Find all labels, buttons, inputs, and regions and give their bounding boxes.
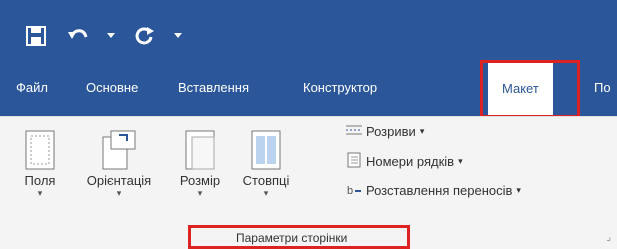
orientation-button[interactable]: Орієнтація ▾	[84, 127, 154, 198]
dropdown-arrow-icon[interactable]	[106, 22, 116, 50]
ribbon-panel: Поля ▾ Орієнтація ▾ Розмір ▾ Стовпці ▾ Р…	[0, 116, 617, 249]
undo-icon[interactable]	[64, 22, 92, 50]
margins-icon	[20, 127, 60, 173]
save-icon[interactable]	[22, 22, 50, 50]
dropdown-arrow-icon: ▾	[516, 185, 521, 195]
title-bar	[0, 0, 617, 64]
svg-text:b: b	[347, 185, 353, 197]
dropdown-arrow-icon: ▾	[116, 188, 122, 198]
breaks-icon	[346, 123, 362, 140]
columns-icon	[246, 127, 286, 173]
group-label-highlight	[188, 225, 410, 249]
tab-home[interactable]: Основне	[86, 80, 138, 95]
tab-insert[interactable]: Вставлення	[178, 80, 249, 95]
dialog-launcher-icon[interactable]: ⌟	[606, 232, 611, 243]
customize-qat-icon[interactable]	[172, 22, 184, 50]
dropdown-arrow-icon: ▾	[419, 126, 425, 136]
tab-file[interactable]: Файл	[16, 80, 48, 95]
columns-button[interactable]: Стовпці ▾	[238, 127, 294, 198]
dropdown-arrow-icon: ▾	[458, 156, 463, 166]
tab-design[interactable]: Конструктор	[303, 80, 377, 95]
line-numbers-icon	[346, 152, 362, 171]
dropdown-arrow-icon: ▾	[197, 188, 203, 198]
redo-icon[interactable]	[130, 22, 158, 50]
dropdown-arrow-icon: ▾	[263, 188, 269, 198]
hyphenation-button[interactable]: b Розставлення переносів ▾	[346, 181, 521, 200]
orientation-icon	[99, 127, 139, 173]
tab-references-partial[interactable]: По	[594, 80, 611, 95]
size-button[interactable]: Розмір ▾	[168, 127, 232, 198]
margins-button[interactable]: Поля ▾	[12, 127, 68, 198]
layout-tab-highlight	[480, 60, 580, 118]
dropdown-arrow-icon: ▾	[37, 188, 43, 198]
breaks-button[interactable]: Розриви ▾	[346, 123, 424, 140]
line-numbers-button[interactable]: Номери рядків ▾	[346, 152, 463, 171]
quick-access-toolbar	[22, 22, 184, 50]
hyphenation-icon: b	[346, 181, 362, 200]
size-icon	[180, 127, 220, 173]
